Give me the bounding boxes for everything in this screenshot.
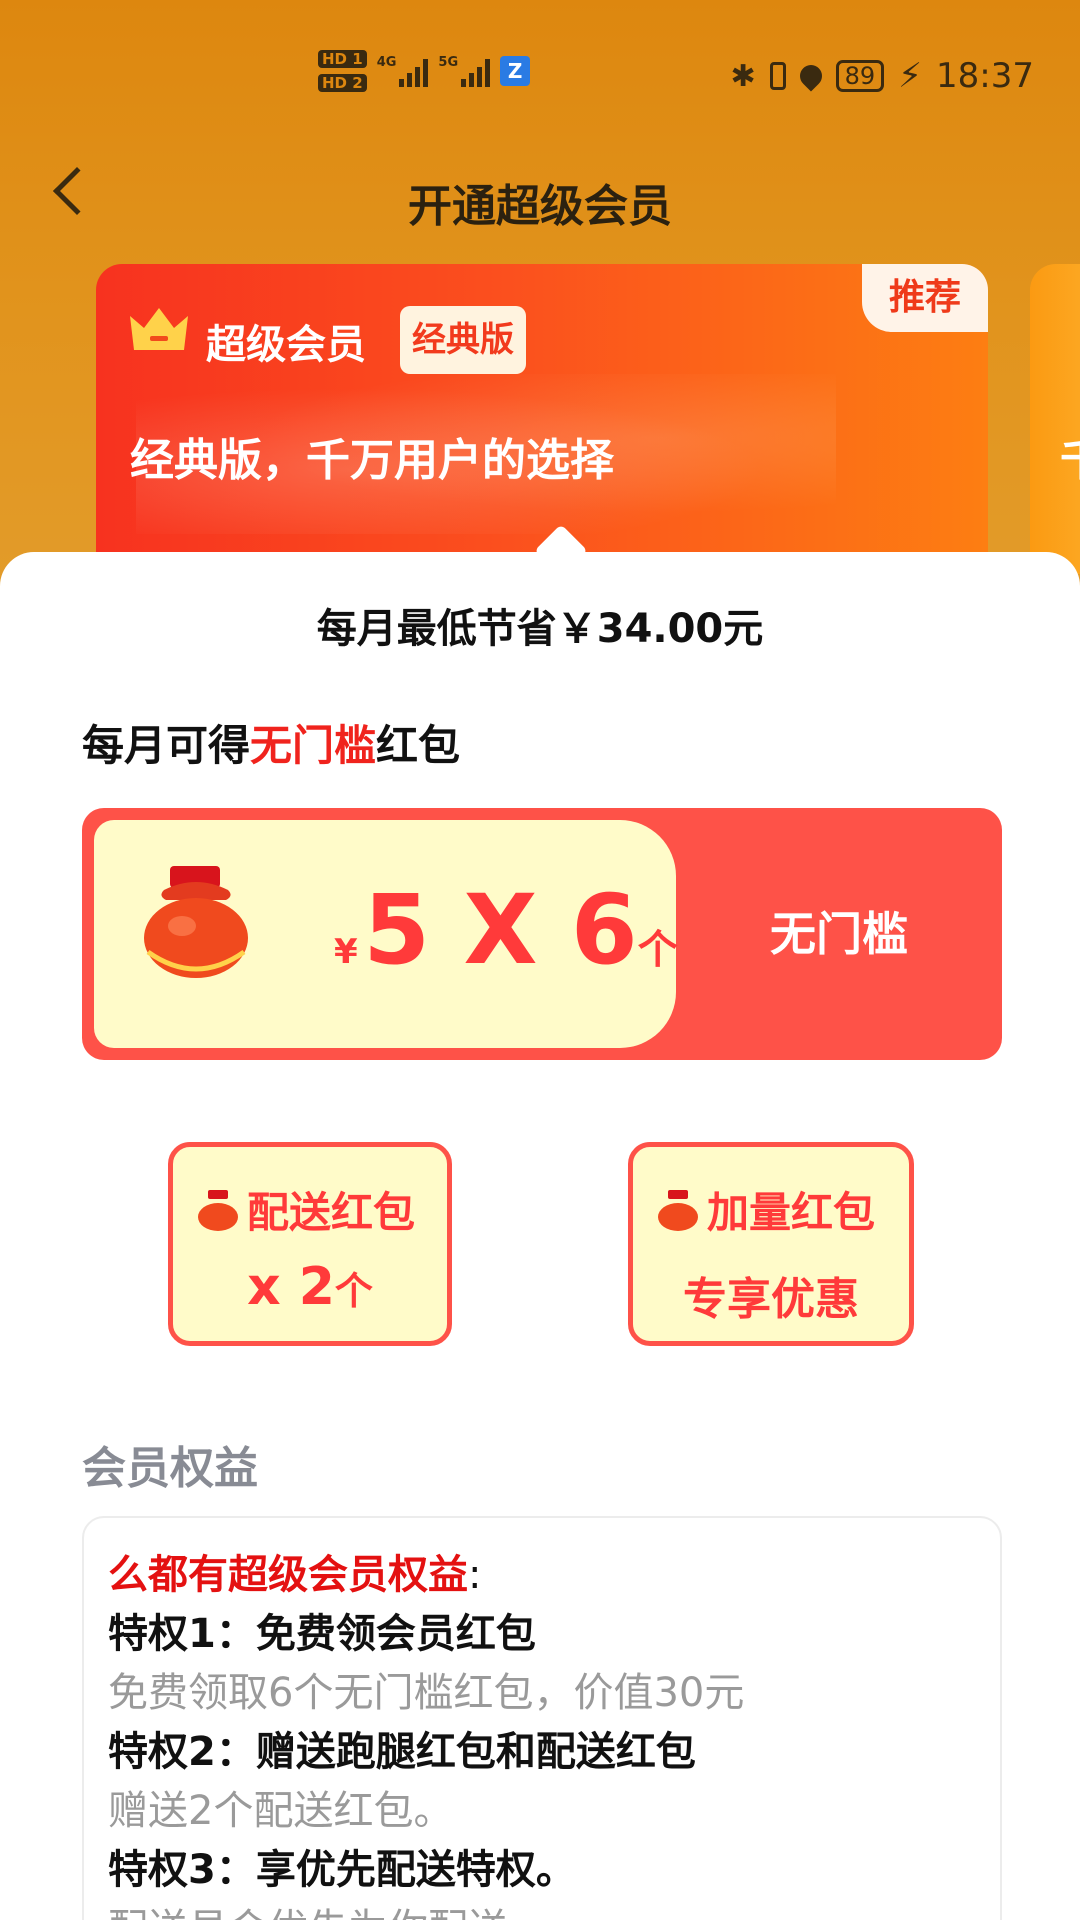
status-bar: HD 1 HD 2 4G 5G Z ✱ 89 ⚡ 18:37: [0, 40, 1080, 120]
benefit-desc: 赠送2个配送红包。: [108, 1788, 454, 1834]
next-plan-card[interactable]: 千: [1030, 264, 1080, 574]
battery-level: 89: [835, 60, 885, 92]
lucky-bag-icon: [658, 1189, 698, 1231]
lucky-bag-icon: [198, 1189, 238, 1231]
delivery-red-packet-title: 配送红包: [247, 1188, 416, 1237]
hd-indicators: HD 1 HD 2: [318, 50, 367, 92]
vibrate-icon: [769, 62, 786, 90]
benefits-list: 么都有超级会员权益: 特权1：免费领会员红包 免费领取6个无门槛红包，价值30元…: [82, 1516, 1002, 1920]
no-threshold-red-packet-card: ¥ 5 X 6个 无门槛: [82, 808, 1002, 1060]
app-notification-icon: Z: [500, 56, 531, 86]
bluetooth-icon: ✱: [730, 58, 756, 94]
benefit-title: 特权3：享优先配送特权。: [108, 1847, 576, 1893]
page-title: 开通超级会员: [408, 181, 672, 232]
crown-icon: [130, 308, 188, 350]
next-plan-card-text: 千: [1060, 424, 1080, 488]
benefits-heading: 么都有超级会员权益:: [108, 1552, 482, 1598]
benefit-desc: 配送员会优先为你配送。: [108, 1900, 976, 1920]
status-right: ✱ 89 ⚡ 18:37: [730, 56, 1034, 96]
edition-badge: 经典版: [400, 306, 526, 374]
delivery-red-packet-count: x 2个: [247, 1257, 373, 1317]
boost-red-packet-subtitle: 专享优惠: [683, 1274, 859, 1325]
monthly-saving: 每月最低节省￥34.00元: [316, 606, 764, 652]
recommend-tag: 推荐: [862, 264, 988, 332]
hd1-badge: HD 1: [318, 50, 367, 68]
hd2-badge: HD 2: [318, 74, 367, 92]
lucky-bag-icon: [144, 866, 248, 978]
signal-4g-icon: 4G: [377, 55, 429, 87]
signal-5g-icon: 5G: [438, 55, 491, 87]
red-packet-value-area: ¥ 5 X 6个: [94, 820, 678, 1048]
benefit-title: 特权2：赠送跑腿红包和配送红包: [108, 1729, 696, 1775]
monthly-red-packet-heading: 每月可得无门槛红包: [82, 721, 461, 770]
plan-slogan: 经典版，千万用户的选择: [130, 435, 614, 486]
no-threshold-label: 无门槛: [770, 907, 908, 961]
membership-plan-card[interactable]: 超级会员 经典版 经典版，千万用户的选择 推荐: [96, 264, 988, 574]
plan-name: 超级会员: [206, 322, 366, 368]
benefit-title: 特权1：免费领会员红包: [108, 1611, 536, 1657]
status-left: HD 1 HD 2 4G 5G Z: [318, 50, 531, 92]
clock: 18:37: [936, 56, 1034, 96]
red-packet-amount: ¥ 5 X 6个: [334, 874, 678, 986]
boost-red-packet-card: 加量红包 专享优惠: [628, 1142, 914, 1346]
delivery-red-packet-card: 配送红包 x 2个: [168, 1142, 452, 1346]
benefit-desc: 免费领取6个无门槛红包，价值30元: [108, 1670, 745, 1716]
boost-red-packet-title: 加量红包: [707, 1188, 876, 1237]
location-icon: [795, 60, 827, 92]
benefits-section-title: 会员权益: [82, 1443, 258, 1494]
nav-bar: 开通超级会员: [0, 150, 1080, 240]
charging-icon: ⚡: [898, 56, 923, 96]
